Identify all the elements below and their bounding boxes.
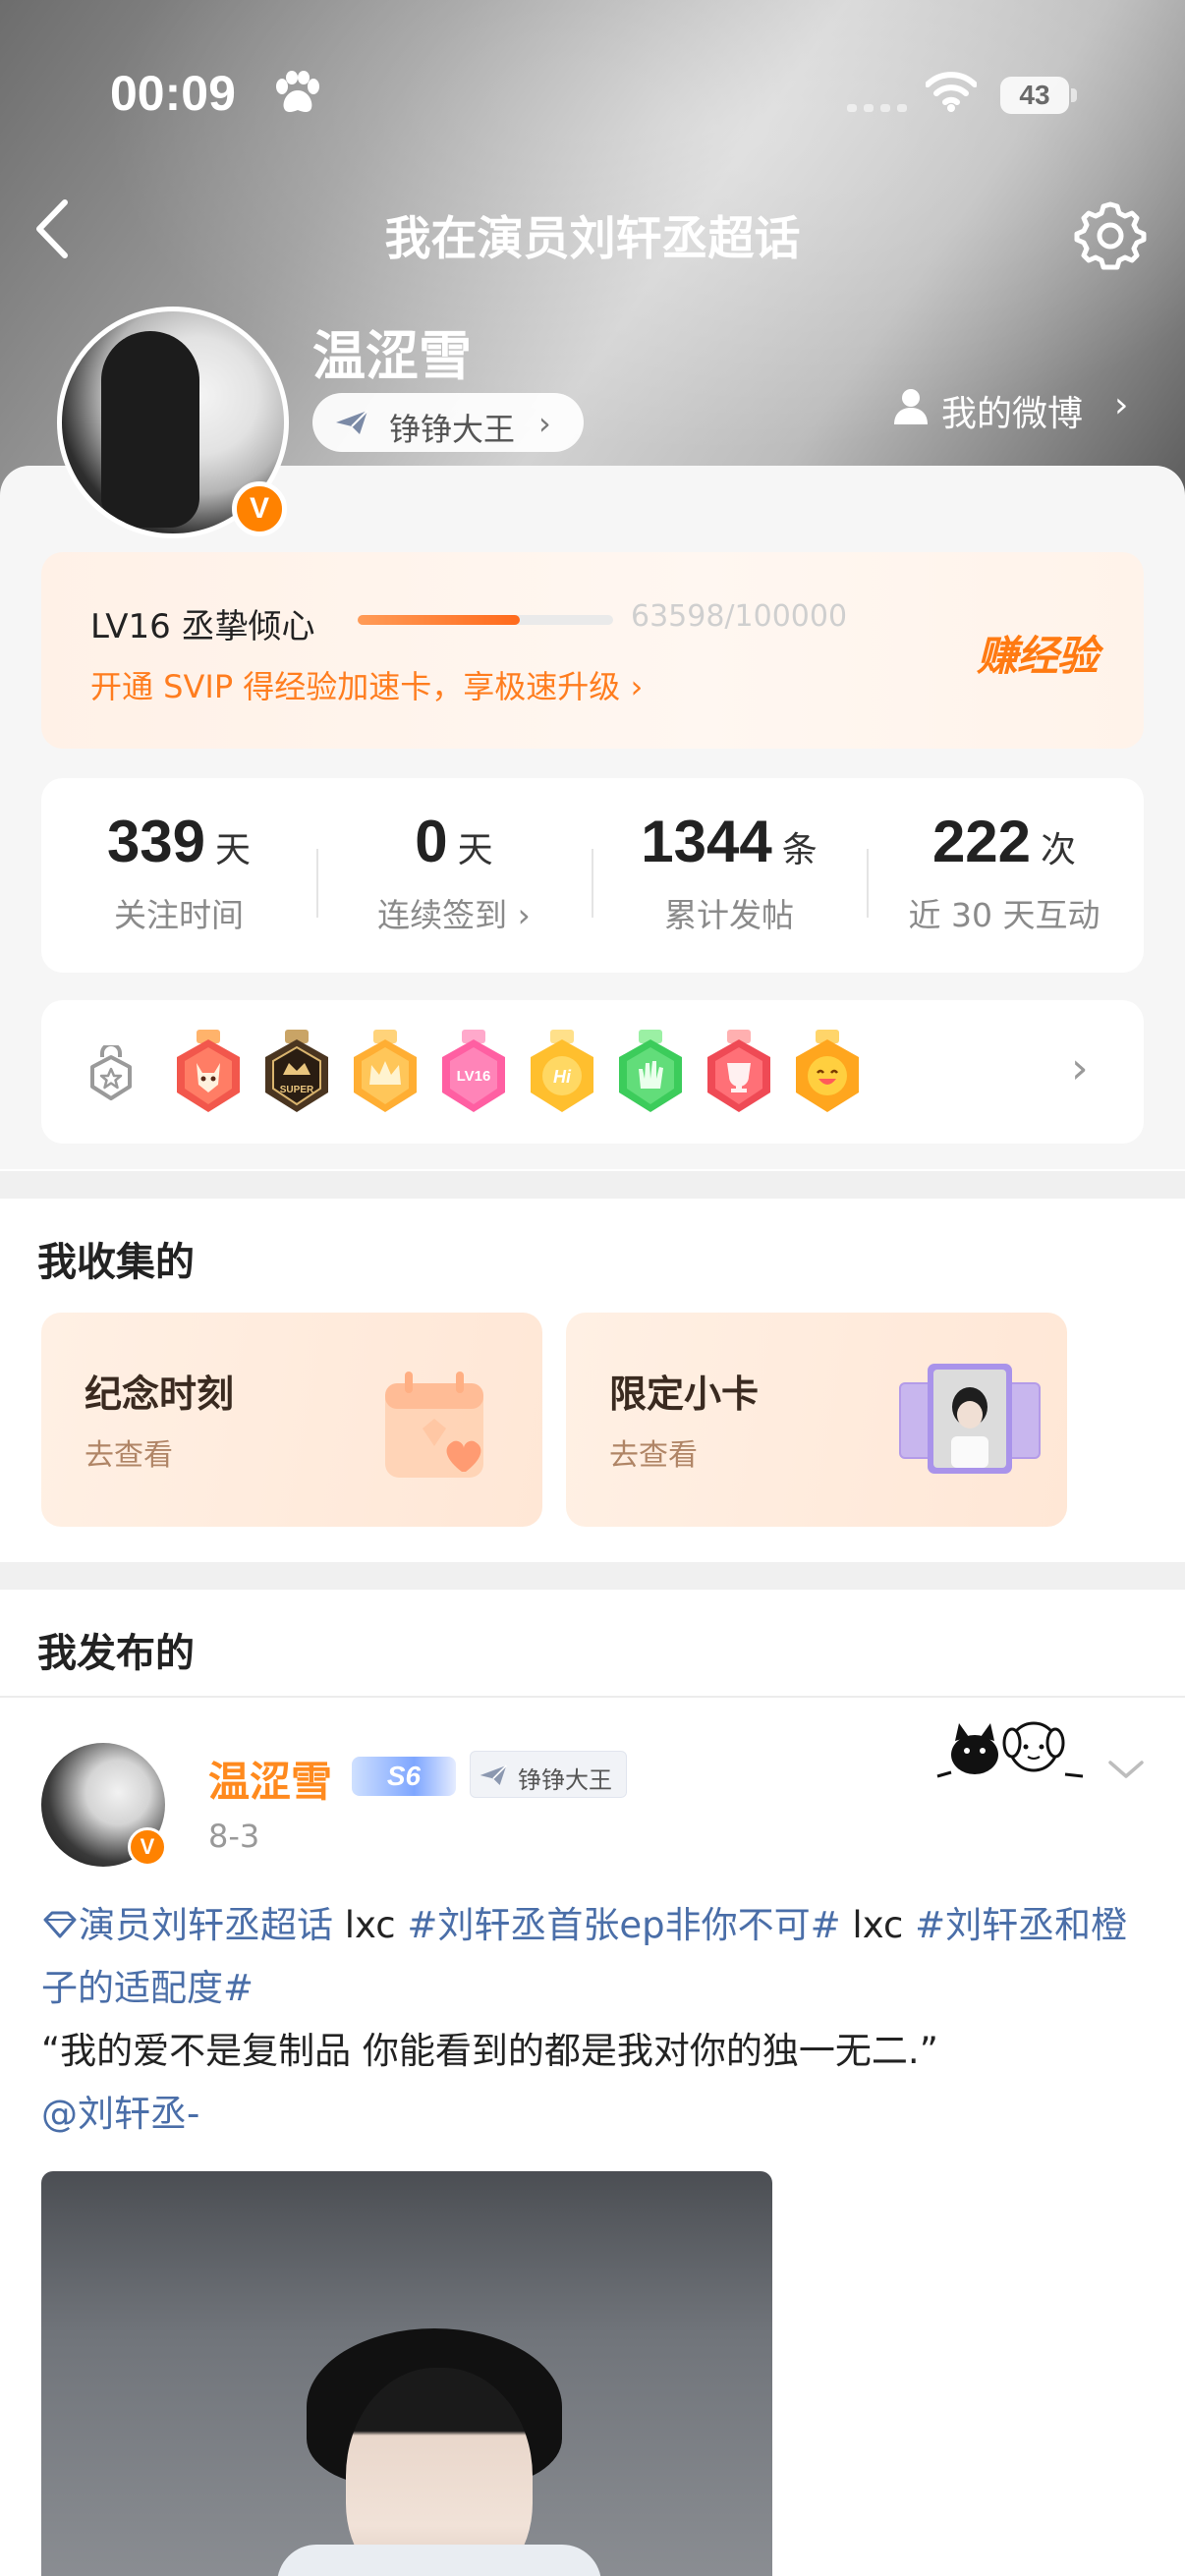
stat-follow-days: 339 天 关注时间 xyxy=(41,808,316,936)
post-image[interactable] xyxy=(41,2171,772,2576)
lv16-medal-icon: LV16 xyxy=(442,1030,505,1112)
person-icon xyxy=(894,389,928,424)
stats-card: 339 天 关注时间 0天 连续签到 › 1344 条 累计发帖 222 次 近 30… xyxy=(41,778,1144,973)
card-subtitle: 去查看 xyxy=(609,1438,698,1473)
user-level-badge: S6 xyxy=(352,1757,456,1796)
hashtag-link[interactable]: #刘轩丞首张ep非你不可# xyxy=(407,1904,840,1946)
signal-icon xyxy=(847,104,907,112)
medal-row[interactable]: SUPER LV16 Hi › xyxy=(41,1000,1144,1144)
level-progress-fill xyxy=(358,615,521,625)
wifi-icon xyxy=(926,72,977,112)
chevron-down-icon[interactable] xyxy=(1104,1755,1148,1784)
post-author-name[interactable]: 温涩雪 xyxy=(208,1749,332,1809)
supertopic-text: 演员刘轩丞超话 xyxy=(79,1904,333,1946)
status-time: 00:09 xyxy=(110,66,236,121)
card-title: 限定小卡 xyxy=(609,1372,760,1416)
super-medal-icon: SUPER xyxy=(265,1030,328,1112)
battery-level: 43 xyxy=(1000,77,1069,114)
laugh-medal-icon xyxy=(796,1030,859,1112)
stat-value: 339 xyxy=(106,809,206,874)
stat-total-posts: 1344 条 累计发帖 xyxy=(592,808,867,936)
avatar-hair xyxy=(101,331,199,528)
paper-plane-icon xyxy=(480,1764,507,1785)
title-chip-label: 铮铮大王 xyxy=(389,411,516,448)
level-progress-bar xyxy=(358,615,613,625)
post-date: 8-3 xyxy=(208,1818,260,1855)
stat-interactions: 222 次 近 30 天互动 xyxy=(867,808,1142,936)
mention-link[interactable]: @刘轩丞- xyxy=(41,2093,199,2135)
chevron-right-icon: › xyxy=(1071,1043,1089,1093)
photo-subject-shirt xyxy=(277,2545,601,2576)
trophy-medal-icon xyxy=(707,1030,770,1112)
stat-value: 0 xyxy=(415,809,448,874)
medal-lock-icon xyxy=(90,1045,132,1100)
page-title: 我在演员刘轩丞超话 xyxy=(384,212,801,266)
diamond-icon xyxy=(43,1911,77,1938)
card-subtitle: 去查看 xyxy=(85,1438,173,1473)
lv16-medal-text: LV16 xyxy=(457,1068,491,1085)
hi-medal-text: Hi xyxy=(553,1067,572,1087)
card-title: 纪念时刻 xyxy=(85,1372,235,1416)
post-quote: “我的爱不是复制品 你能看到的都是我对你的独一无二.” xyxy=(41,2030,938,2072)
post-text: lxc xyxy=(333,1904,408,1946)
cat-dog-sticker-icon xyxy=(936,1721,1084,1778)
crown-medal-icon xyxy=(354,1030,417,1112)
earn-exp-button[interactable]: 赚经验 xyxy=(977,623,1099,683)
paw-icon xyxy=(276,71,319,112)
my-weibo-label: 我的微博 xyxy=(941,394,1084,434)
post-title-chip[interactable]: 铮铮大王 xyxy=(470,1751,627,1798)
stat-label: 连续签到 › xyxy=(377,896,531,934)
collected-section-title: 我收集的 xyxy=(37,1240,195,1285)
hand-medal-icon xyxy=(619,1030,682,1112)
level-progress-text: 63598/100000 xyxy=(631,599,848,634)
stat-unit: 次 xyxy=(1041,830,1077,870)
post-verified-badge: V xyxy=(128,1827,167,1867)
title-chip[interactable]: 铮铮大王 › xyxy=(312,393,584,452)
paper-plane-icon xyxy=(336,410,368,434)
super-medal-text: SUPER xyxy=(280,1085,314,1095)
fox-medal-icon xyxy=(177,1030,240,1112)
stat-checkin-streak[interactable]: 0天 连续签到 › xyxy=(316,808,592,936)
chevron-right-icon: › xyxy=(538,405,551,442)
svip-upgrade-link[interactable]: 开通 SVIP 得经验加速卡，享极速升级 › xyxy=(90,662,643,707)
stat-label: 关注时间 xyxy=(114,896,244,934)
post-body: 演员刘轩丞超话 lxc #刘轩丞首张ep非你不可# lxc #刘轩丞和橙子的适配… xyxy=(41,1894,1152,2146)
limited-cards-card[interactable]: 限定小卡 去查看 xyxy=(566,1313,1067,1527)
stat-label: 近 30 天互动 xyxy=(908,896,1100,934)
chevron-right-icon: › xyxy=(1114,385,1129,425)
photo-cards-icon xyxy=(899,1364,1041,1474)
settings-icon[interactable] xyxy=(1073,196,1148,271)
memorial-moments-card[interactable]: 纪念时刻 去查看 xyxy=(41,1313,542,1527)
verified-badge: V xyxy=(232,481,287,536)
level-card: LV16 丞挚倾心 63598/100000 开通 SVIP 得经验加速卡，享极… xyxy=(41,552,1144,749)
supertopic-link[interactable]: 演员刘轩丞超话 xyxy=(41,1904,333,1946)
stat-value: 1344 xyxy=(641,809,772,874)
hi-medal-icon: Hi xyxy=(531,1030,593,1112)
section-divider xyxy=(0,1562,1185,1590)
post-chip-label: 铮铮大王 xyxy=(518,1766,612,1794)
level-label: LV16 丞挚倾心 xyxy=(90,607,315,646)
stat-unit: 天 xyxy=(215,830,252,870)
calendar-heart-icon xyxy=(385,1372,483,1478)
battery-tip xyxy=(1071,88,1077,102)
username: 温涩雪 xyxy=(312,325,472,387)
battery-icon: 43 xyxy=(1000,77,1077,114)
section-divider xyxy=(0,1171,1185,1199)
post-text: lxc xyxy=(840,1904,916,1946)
stat-unit: 天 xyxy=(457,830,493,870)
published-section-title: 我发布的 xyxy=(37,1631,195,1676)
stat-label: 累计发帖 xyxy=(664,896,794,934)
stat-unit: 条 xyxy=(781,830,818,870)
svip-upgrade-text: 开通 SVIP 得经验加速卡，享极速升级 xyxy=(90,668,621,705)
stat-value: 222 xyxy=(931,809,1032,874)
